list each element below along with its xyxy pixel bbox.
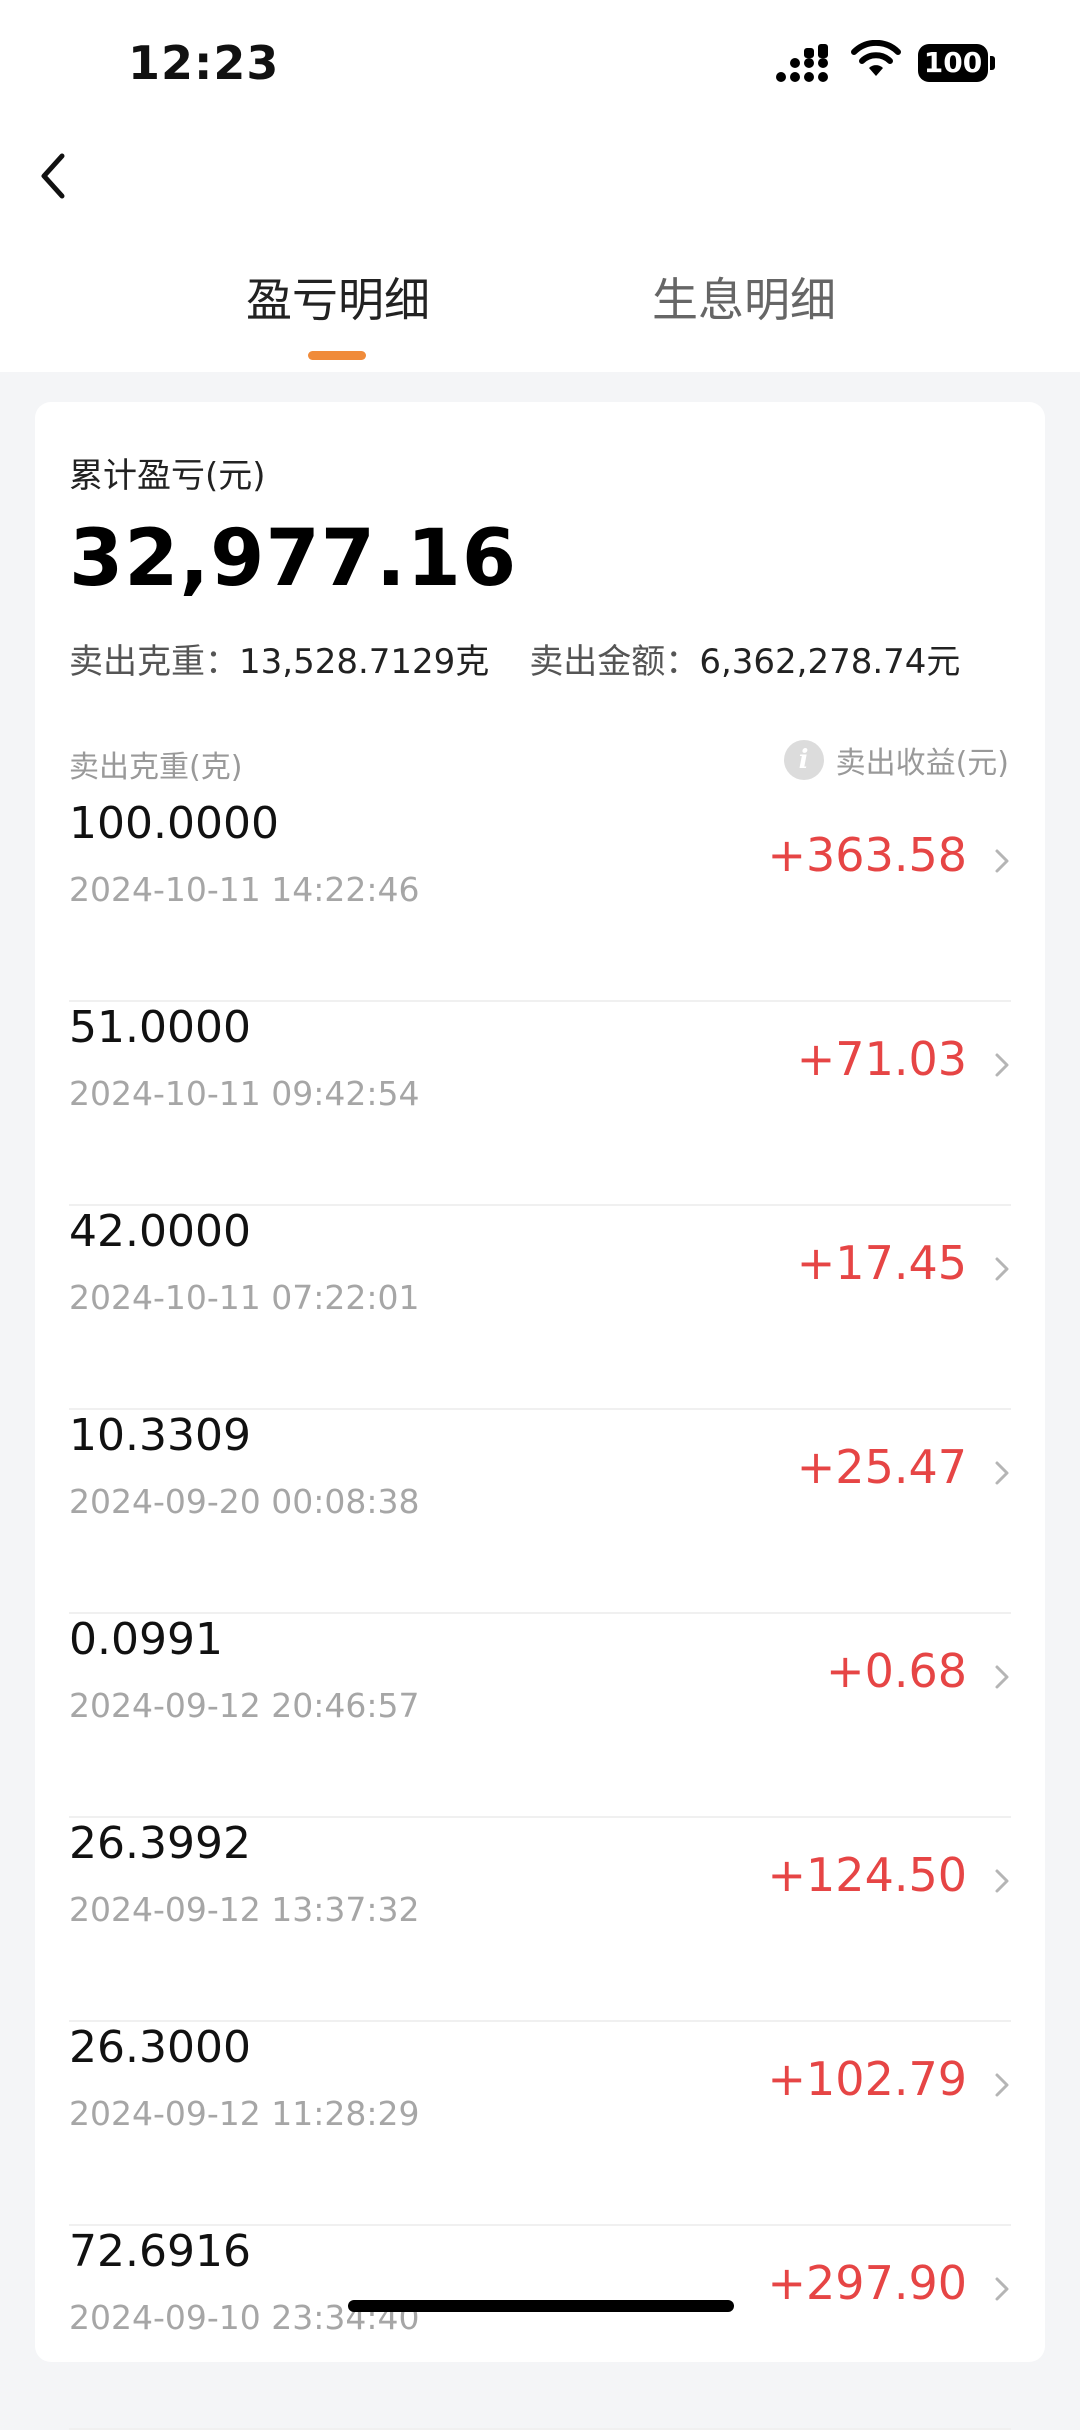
row-weight: 26.3000 <box>69 2022 251 2073</box>
row-weight: 0.0991 <box>69 1614 223 1665</box>
list-item[interactable]: 26.3992 2024-09-12 13:37:32 +124.50 <box>69 1818 1011 2022</box>
status-time: 12:23 <box>128 36 280 90</box>
list-item[interactable]: 72.6916 2024-09-10 23:34:40 +297.90 <box>69 2226 1011 2430</box>
home-indicator[interactable] <box>348 2300 734 2312</box>
row-weight: 72.6916 <box>69 2226 251 2277</box>
list-item[interactable]: 42.0000 2024-10-11 07:22:01 +17.45 <box>69 1206 1011 1410</box>
chevron-right-icon <box>995 849 1009 873</box>
chevron-right-icon <box>995 1257 1009 1281</box>
chevron-right-icon <box>995 1665 1009 1689</box>
chevron-right-icon <box>995 2277 1009 2301</box>
list-item[interactable]: 100.0000 2024-10-11 14:22:46 +363.58 <box>69 798 1011 1002</box>
row-weight: 10.3309 <box>69 1410 251 1461</box>
row-time: 2024-09-12 11:28:29 <box>69 2094 420 2133</box>
summary-stats: 卖出克重：13,528.7129克 卖出金额：6,362,278.74元 <box>69 634 960 683</box>
battery-level: 100 <box>918 44 988 82</box>
back-button[interactable] <box>30 140 82 210</box>
list-item[interactable]: 10.3309 2024-09-20 00:08:38 +25.47 <box>69 1410 1011 1614</box>
battery-tip <box>990 56 995 70</box>
tab-interest-detail[interactable]: 生息明细 <box>652 272 836 328</box>
row-profit: +17.45 <box>796 1236 967 1290</box>
row-weight: 51.0000 <box>69 1002 251 1053</box>
list-item[interactable]: 26.3000 2024-09-12 11:28:29 +102.79 <box>69 2022 1011 2226</box>
chevron-right-icon <box>995 1053 1009 1077</box>
cellular-signal-icon <box>776 44 828 82</box>
sold-amount-value: 6,362,278.74元 <box>699 642 961 682</box>
sell-record-list: 100.0000 2024-10-11 14:22:46 +363.58 51.… <box>69 798 1011 2430</box>
row-weight: 42.0000 <box>69 1206 251 1257</box>
row-time: 2024-09-12 20:46:57 <box>69 1686 420 1725</box>
row-profit: +297.90 <box>767 2256 968 2310</box>
row-time: 2024-09-20 00:08:38 <box>69 1482 420 1521</box>
row-profit: +71.03 <box>796 1032 967 1086</box>
cumulative-pnl-value: 32,977.16 <box>69 514 518 604</box>
cumulative-pnl-label: 累计盈亏(元) <box>69 456 266 496</box>
tab-pnl-detail[interactable]: 盈亏明细 <box>246 272 430 328</box>
row-profit: +25.47 <box>796 1440 967 1494</box>
row-time: 2024-10-11 09:42:54 <box>69 1074 420 1113</box>
row-weight: 100.0000 <box>69 798 279 849</box>
row-profit: +102.79 <box>767 2052 968 2106</box>
list-item[interactable]: 51.0000 2024-10-11 09:42:54 +71.03 <box>69 1002 1011 1206</box>
row-time: 2024-10-11 07:22:01 <box>69 1278 420 1317</box>
row-profit: +363.58 <box>767 828 968 882</box>
battery-indicator: 100 <box>918 44 995 82</box>
active-tab-indicator <box>308 351 366 360</box>
info-icon[interactable]: i <box>783 740 824 780</box>
sold-weight-label: 卖出克重： <box>69 642 239 682</box>
column-header-profit: i 卖出收益(元) <box>783 738 1009 782</box>
pnl-card: 累计盈亏(元) 32,977.16 卖出克重：13,528.7129克 卖出金额：… <box>35 402 1045 2430</box>
row-profit: +0.68 <box>826 1644 967 1698</box>
sold-amount-label: 卖出金额： <box>529 642 700 682</box>
row-time: 2024-09-12 13:37:32 <box>69 1890 420 1929</box>
column-header-profit-label: 卖出收益(元) <box>835 746 1009 781</box>
chevron-right-icon <box>995 2073 1009 2097</box>
sold-weight-value: 13,528.7129克 <box>239 642 490 682</box>
row-weight: 26.3992 <box>69 1818 251 1869</box>
chevron-right-icon <box>995 1461 1009 1485</box>
header-area: 12:23 100 盈亏明细 生息明细 <box>0 0 1080 372</box>
chevron-right-icon <box>995 1869 1009 1893</box>
wifi-icon <box>851 40 901 76</box>
list-item[interactable]: 0.0991 2024-09-12 20:46:57 +0.68 <box>69 1614 1011 1818</box>
status-bar: 12:23 100 <box>0 0 1080 130</box>
row-time: 2024-10-11 14:22:46 <box>69 870 420 909</box>
row-profit: +124.50 <box>767 1848 968 1902</box>
column-header-weight: 卖出克重(克) <box>69 750 243 785</box>
